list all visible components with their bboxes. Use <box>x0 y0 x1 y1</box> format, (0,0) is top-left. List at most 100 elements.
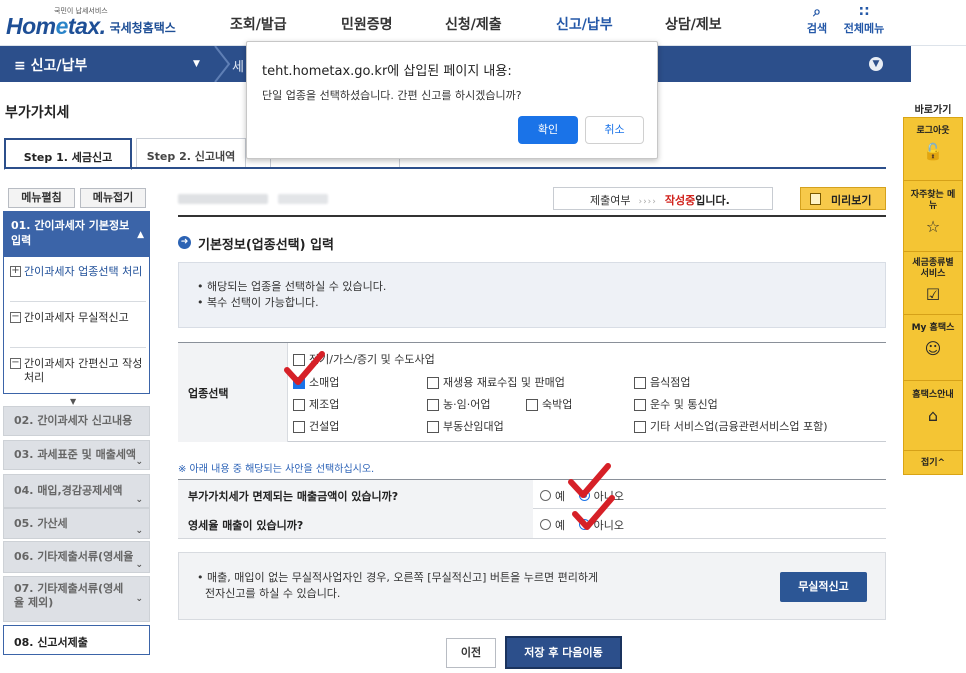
checkbox-icon: ☑ <box>925 285 941 304</box>
section-divider <box>178 215 886 217</box>
menu-report-payment[interactable]: 신고/납부 <box>556 14 613 34</box>
selection-notice: ※ 아래 내용 중 해당되는 사안을 선택하십시오. <box>178 464 375 475</box>
document-icon <box>810 193 821 205</box>
info-box: • 해당되는 업종을 선택하실 수 있습니다. • 복수 선택이 가능합니다. <box>178 262 886 328</box>
dialog-message: 단일 업종을 선택하셨습니다. 간편 신고를 하시겠습니까? <box>262 89 522 102</box>
chevron-up-icon: ▲ <box>137 230 144 240</box>
radio-yes[interactable]: 예 <box>540 490 565 503</box>
chevron-down-icon: ⌄ <box>135 560 143 570</box>
step-07[interactable]: 07. 기타제출서류(영세율 제외) ⌄ <box>3 576 150 622</box>
checkbox-construction[interactable]: 건설업 <box>293 420 339 434</box>
top-navigation: 국민이 납세서비스 Hometax. 국세청홈택스 조회/발급 민원증명 신청/… <box>0 0 966 46</box>
red-checkmark-icon <box>572 495 615 530</box>
category-sub[interactable]: 세 <box>232 56 244 75</box>
step-01[interactable]: 01. 간이과세자 기본정보 입력 ▲ <box>3 211 150 257</box>
step-02[interactable]: 02. 간이과세자 신고내용 <box>3 406 150 436</box>
shortcut-title: 바로가기 <box>914 105 952 116</box>
divider <box>10 301 146 302</box>
checkbox-real-estate[interactable]: 부동산임대업 <box>427 420 504 434</box>
search-button[interactable]: ⌕ 검색 <box>803 4 831 36</box>
favorite-menu-button[interactable]: 자주찾는 메뉴 ☆ <box>904 190 962 236</box>
logo-brand: Hometax. <box>6 13 106 39</box>
page-title: 부가가치세 <box>5 105 70 121</box>
step-01-label: 01. 간이과세자 기본정보 입력 <box>11 219 130 247</box>
submenu-item-no-performance[interactable]: − 간이과세자 무실적신고 <box>10 311 145 325</box>
unlock-icon: 🔓 <box>923 142 943 161</box>
down-arrow-icon: ▼ <box>70 397 77 406</box>
menu-civil-certificate[interactable]: 민원증명 <box>341 14 393 34</box>
checkbox-recycling[interactable]: 재생용 재료수집 및 판매업 <box>427 376 565 390</box>
plus-icon: + <box>10 265 21 277</box>
breadcrumb-arrow-icon <box>214 46 231 82</box>
divider <box>10 347 146 348</box>
tab-underline <box>4 167 886 169</box>
checkbox-lodging[interactable]: 숙박업 <box>526 398 572 412</box>
divider <box>904 180 962 181</box>
arrow-circle-icon: ➜ <box>178 236 191 249</box>
tax-service-button[interactable]: 세금종류별 서비스 ☑ <box>904 258 962 304</box>
red-checkmark-icon <box>284 351 325 385</box>
grid-icon: ∷ <box>859 4 869 20</box>
step-04[interactable]: 04. 매입,경감공제세액 ⌄ <box>3 474 150 508</box>
hometax-logo[interactable]: 국민이 납세서비스 Hometax. 국세청홈택스 <box>6 6 176 40</box>
no-performance-report-button[interactable]: 무실적신고 <box>780 572 867 602</box>
ok-button[interactable]: 확인 <box>518 116 578 144</box>
section-title: ➜ 기본정보(업종선택) 입력 <box>178 234 334 253</box>
menu-consultation[interactable]: 상담/제보 <box>665 14 722 34</box>
checkbox-restaurant[interactable]: 음식점업 <box>634 376 690 390</box>
logo-tagline: 국민이 납세서비스 <box>54 7 108 15</box>
user-icon: ☺ <box>924 339 942 358</box>
all-menu-button[interactable]: ∷ 전체메뉴 <box>840 4 888 36</box>
question-label: 부가가치세가 면제되는 매출금액이 있습니까? <box>178 480 533 509</box>
divider <box>904 314 962 315</box>
submission-status: 제출여부 ›››› 작성중입니다. <box>553 187 773 210</box>
save-next-button[interactable]: 저장 후 다음이동 <box>505 636 622 669</box>
checkbox-agriculture[interactable]: 농·임·어업 <box>427 398 490 412</box>
menu-expand-button[interactable]: 메뉴펼침 <box>8 188 75 208</box>
submenu-item-simple-report[interactable]: − 간이과세자 간편신고 작성 처리 <box>10 357 145 385</box>
menu-inquiry[interactable]: 조회/발급 <box>230 14 287 34</box>
cancel-button[interactable]: 취소 <box>585 116 644 144</box>
logout-button[interactable]: 로그아웃 🔓 <box>904 126 962 161</box>
tab-step2[interactable]: Step 2. 신고내역 <box>136 138 246 169</box>
step-08[interactable]: 08. 신고서제출 <box>3 625 150 655</box>
submenu-item-business-select[interactable]: + 간이과세자 업종선택 처리 <box>10 265 145 279</box>
hometax-guide-button[interactable]: 홈택스안내 ⌂ <box>904 390 962 425</box>
dropdown-triangle-icon[interactable]: ▼ <box>193 59 200 69</box>
chevron-down-icon[interactable]: ▼ <box>869 57 883 71</box>
dialog-title: teht.hometax.go.kr에 삽입된 페이지 내용: <box>262 64 512 79</box>
business-type-header: 업종선택 <box>178 343 288 442</box>
minus-icon: − <box>10 357 21 369</box>
info-line: • 해당되는 업종을 선택하실 수 있습니다. <box>197 280 387 293</box>
redacted-text <box>278 194 328 204</box>
step-01-submenu: + 간이과세자 업종선택 처리 − 간이과세자 무실적신고 − 간이과세자 간편신고 … <box>3 257 150 394</box>
menu-application[interactable]: 신청/제출 <box>445 14 502 34</box>
question-label: 영세율 매출이 있습니까? <box>178 509 533 538</box>
chevron-down-icon: ⌄ <box>135 525 143 536</box>
checkbox-manufacturing[interactable]: 제조업 <box>293 398 339 412</box>
checkbox-transport[interactable]: 운수 및 통신업 <box>634 398 718 412</box>
divider <box>904 380 962 381</box>
chevron-down-icon: ⌄ <box>135 594 143 604</box>
checkbox-other-services[interactable]: 기타 서비스업(금융관련서비스업 포함) <box>634 420 828 434</box>
menu-collapse-button[interactable]: 메뉴접기 <box>80 188 146 208</box>
chevron-down-icon: ⌄ <box>135 495 143 505</box>
question-row-zero-rate-sales: 영세율 매출이 있습니까? 예 아니오 <box>178 509 886 539</box>
step-06[interactable]: 06. 기타제출서류(영세율 ⌄ <box>3 541 150 573</box>
fold-button[interactable]: 접기^ <box>904 458 962 469</box>
divider <box>904 450 962 451</box>
minus-icon: − <box>10 311 21 323</box>
redacted-text <box>178 194 268 204</box>
search-icon: ⌕ <box>813 4 821 20</box>
step-05[interactable]: 05. 가산세 ⌄ <box>3 508 150 539</box>
shortcut-panel: 로그아웃 🔓 자주찾는 메뉴 ☆ 세금종류별 서비스 ☑ My 홈택스 ☺ 홈택… <box>903 117 963 475</box>
radio-yes[interactable]: 예 <box>540 519 565 532</box>
step-03[interactable]: 03. 과세표준 및 매출세액 ⌄ <box>3 440 150 470</box>
house-icon: ⌂ <box>927 406 939 425</box>
previous-button[interactable]: 이전 <box>446 638 496 668</box>
tab-step1[interactable]: Step 1. 세금신고 <box>4 138 132 170</box>
my-hometax-button[interactable]: My 홈택스 ☺ <box>904 323 962 358</box>
preview-button[interactable]: 미리보기 <box>800 187 886 210</box>
category-title[interactable]: ≡ 신고/납부 <box>14 55 87 75</box>
star-icon: ☆ <box>925 217 941 236</box>
